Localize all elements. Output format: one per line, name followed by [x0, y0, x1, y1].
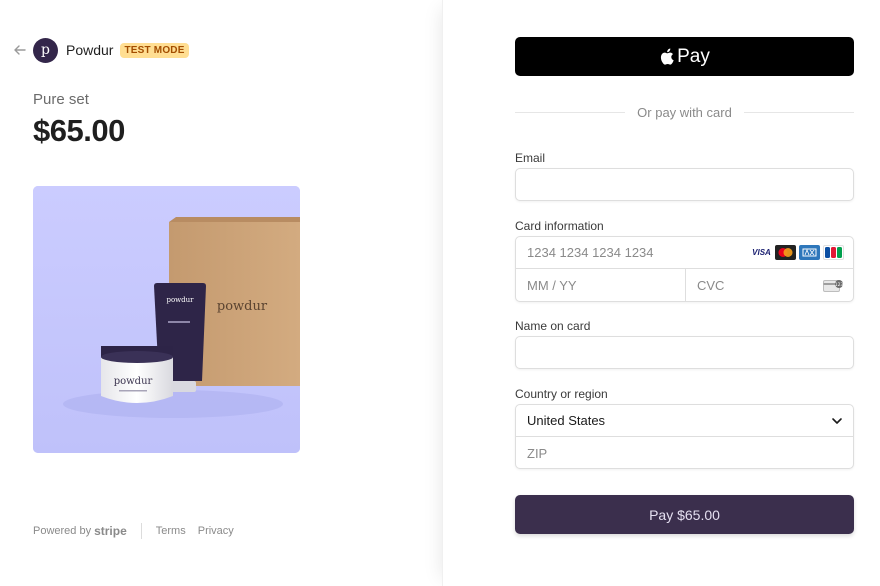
country-label: Country or region — [515, 387, 608, 401]
checkout-page: p Powdur TEST MODE Pure set $65.00 powdu… — [0, 0, 880, 586]
footer: Powered by stripe Terms Privacy — [33, 522, 234, 540]
terms-link[interactable]: Terms — [156, 525, 186, 537]
country-value: United States — [527, 413, 606, 428]
divider-text: Or pay with card — [637, 104, 732, 120]
stripe-logo[interactable]: stripe — [94, 524, 127, 538]
card-info-label: Card information — [515, 219, 604, 233]
svg-text:123: 123 — [835, 282, 843, 288]
name-on-card-field[interactable] — [516, 337, 853, 368]
mastercard-icon — [775, 245, 796, 260]
card-brands: VISA — [751, 245, 844, 260]
summary-panel: p Powdur TEST MODE Pure set $65.00 powdu… — [0, 0, 442, 586]
email-field[interactable] — [516, 169, 853, 200]
svg-text:powdur: powdur — [166, 296, 194, 304]
apple-icon — [661, 48, 674, 65]
name-label: Name on card — [515, 319, 591, 333]
svg-text:powdur: powdur — [114, 376, 153, 387]
footer-divider — [140, 523, 142, 539]
jcb-icon — [823, 245, 844, 260]
visa-icon: VISA — [751, 245, 772, 260]
expiry-wrap — [516, 269, 686, 302]
payment-panel: Pay Or pay with card Email Card informat… — [442, 0, 880, 586]
apple-pay-button[interactable]: Pay — [515, 37, 854, 76]
product-name: Pure set — [33, 91, 89, 108]
arrow-left-icon[interactable] — [13, 43, 27, 57]
or-divider: Or pay with card — [515, 103, 854, 121]
test-mode-badge: TEST MODE — [120, 42, 189, 58]
box-brand-text: powdur — [217, 299, 268, 314]
merchant-name: Powdur — [66, 42, 114, 58]
email-field-wrap — [515, 168, 854, 201]
card-info-group: VISA — [515, 236, 854, 302]
card-number-wrap: VISA — [516, 237, 853, 269]
amex-icon — [799, 245, 820, 260]
email-label: Email — [515, 151, 546, 165]
apple-pay-label: Pay — [677, 45, 710, 67]
chevron-down-icon — [832, 418, 842, 424]
cvc-wrap: 123 — [686, 269, 854, 302]
product-price: $65.00 — [33, 113, 125, 148]
country-group: United States — [515, 404, 854, 469]
powered-by-text: Powered by — [33, 525, 92, 537]
pay-button[interactable]: Pay $65.00 — [515, 495, 854, 534]
cvc-card-icon: 123 — [823, 280, 843, 292]
zip-wrap — [516, 437, 853, 469]
expiry-input[interactable] — [516, 269, 685, 302]
country-select[interactable]: United States — [516, 405, 853, 437]
product-image: powdur powdur powdur — [33, 186, 300, 453]
zip-input[interactable] — [516, 437, 853, 469]
privacy-link[interactable]: Privacy — [198, 525, 234, 537]
merchant-header: p Powdur TEST MODE — [13, 37, 189, 63]
name-field-wrap — [515, 336, 854, 369]
merchant-logo: p — [33, 37, 58, 63]
